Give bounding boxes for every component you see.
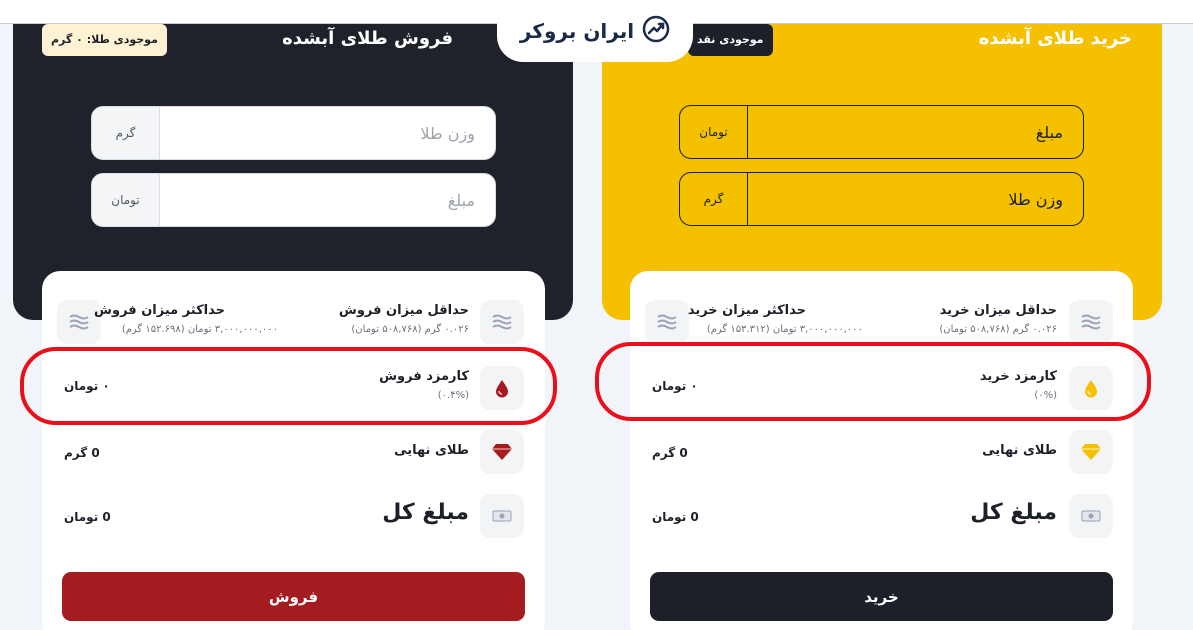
banknote-icon (480, 494, 524, 538)
gem-icon (480, 430, 524, 474)
buy-final-gold-label: طلای نهایی (982, 443, 1057, 458)
sell-min-detail: ۰.۰۲۶ گرم (۵۰۸,۷۶۸ تومان) (351, 324, 469, 335)
sell-amount-input[interactable] (160, 174, 495, 226)
sell-fee-highlight (20, 347, 557, 425)
sell-amount-field: تومان (91, 173, 496, 227)
sell-min-label: حداقل میزان فروش (338, 303, 469, 318)
buy-min-detail: ۰.۰۲۶ گرم (۵۰۸,۷۶۸ تومان) (939, 324, 1057, 335)
gold-balance-badge: موجودی طلا: ۰ گرم (42, 24, 167, 56)
buy-button[interactable]: خرید (650, 572, 1113, 621)
buy-min-label: حداقل میزان خرید (939, 303, 1057, 318)
buy-amount-unit: تومان (680, 106, 748, 158)
sell-weight-field: گرم (91, 106, 496, 160)
buy-weight-unit: گرم (680, 173, 748, 225)
buy-total-value: 0 تومان (652, 510, 699, 524)
banknote-icon (1069, 494, 1113, 538)
waves-icon (480, 300, 524, 344)
scrollbar[interactable] (1185, 24, 1193, 630)
sell-max-label: حداکثر میزان فروش (94, 303, 225, 318)
sell-total-label: مبلغ کل (382, 500, 469, 525)
buy-title: خرید طلای آبشده (978, 28, 1132, 49)
sell-title: فروش طلای آبشده (282, 28, 453, 49)
sell-weight-unit: گرم (92, 107, 160, 159)
buy-fee-highlight (595, 342, 1151, 421)
buy-total-label: مبلغ کل (970, 500, 1057, 525)
buy-max-label: حداکثر میزان خرید (687, 303, 806, 318)
buy-max-detail: ۳,۰۰۰,۰۰۰,۰۰۰ تومان (۱۵۳.۳۱۲ گرم) (706, 324, 863, 335)
buy-weight-input[interactable] (748, 173, 1083, 225)
sell-button[interactable]: فروش (62, 572, 525, 621)
buy-final-gold-value: 0 گرم (652, 446, 688, 460)
cash-balance-badge: موجودی نقد (688, 24, 773, 56)
sell-final-gold-value: 0 گرم (64, 446, 100, 460)
sell-amount-unit: تومان (92, 174, 160, 226)
sell-total-value: 0 تومان (64, 510, 111, 524)
chart-trend-icon (642, 15, 670, 47)
buy-summary-card: حداقل میزان خرید ۰.۰۲۶ گرم (۵۰۸,۷۶۸ توما… (630, 271, 1133, 630)
buy-weight-field: گرم (679, 172, 1084, 226)
sell-summary-card: حداقل میزان فروش ۰.۰۲۶ گرم (۵۰۸,۷۶۸ توما… (42, 271, 545, 630)
logo[interactable]: ایران بروکر (497, 0, 693, 62)
logo-text: ایران بروکر (519, 19, 635, 43)
waves-icon (645, 300, 689, 344)
buy-amount-field: تومان (679, 105, 1084, 159)
sell-final-gold-label: طلای نهایی (394, 443, 469, 458)
gem-icon (1069, 430, 1113, 474)
sell-max-detail: ۳,۰۰۰,۰۰۰,۰۰۰ تومان (۱۵۲.۶۹۸ گرم) (121, 324, 278, 335)
waves-icon (1069, 300, 1113, 344)
buy-amount-input[interactable] (748, 106, 1083, 158)
sell-weight-input[interactable] (160, 107, 495, 159)
